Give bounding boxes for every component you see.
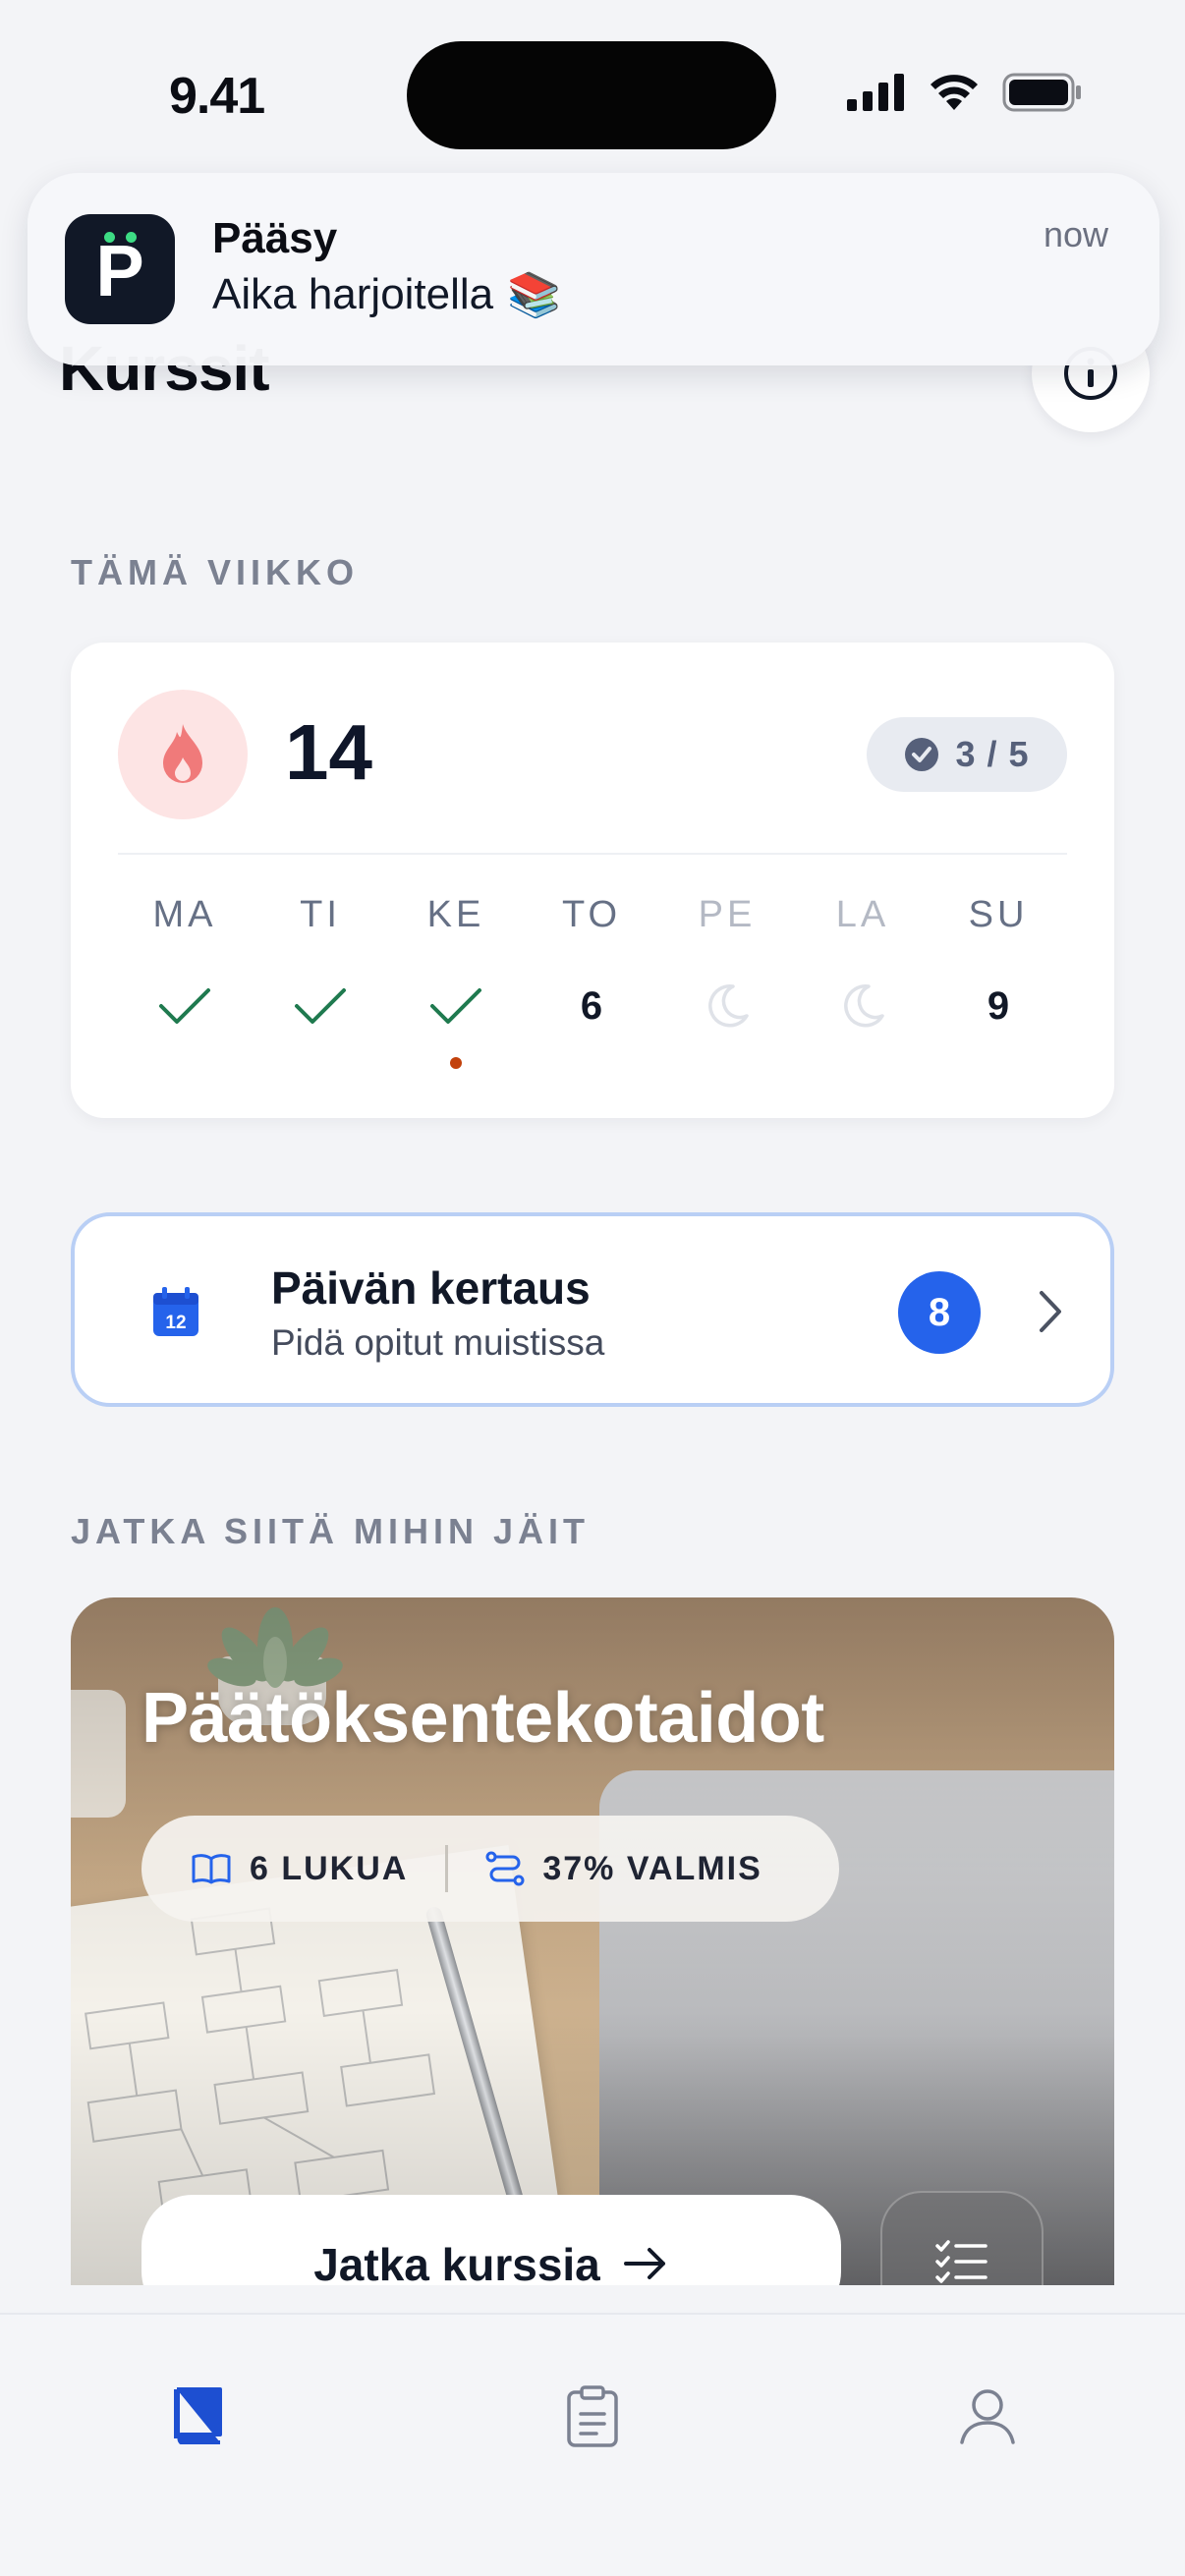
notification-message: Aika harjoitella (212, 270, 494, 318)
divider (118, 853, 1067, 855)
check-icon (159, 988, 210, 1024)
notification-app-name: Pääsy (212, 214, 338, 262)
book-icon (174, 2387, 222, 2444)
course-contents-button[interactable] (880, 2191, 1044, 2285)
weekly-goal-text: 3 / 5 (955, 734, 1030, 774)
status-time: 9.41 (169, 68, 265, 125)
course-chapters: 6 LUKUA (250, 1849, 409, 1887)
tab-courses[interactable] (153, 2372, 242, 2460)
tab-bar (0, 2313, 1185, 2576)
dynamic-island (407, 41, 776, 149)
day-rest-mark (668, 977, 786, 1036)
wifi-icon (931, 75, 978, 110)
day-label-su: SU (968, 894, 1029, 935)
weekly-goal-pill: 3 / 5 (867, 717, 1067, 792)
check-icon (295, 988, 346, 1024)
day-label-ti: TI (300, 894, 341, 935)
tab-assignments[interactable] (548, 2372, 637, 2460)
day-done-mark (397, 977, 515, 1036)
notification-banner[interactable]: P Pääsy Aika harjoitella 📚 now (28, 173, 1159, 365)
daily-review-card[interactable]: 12 Päivän kertaus Pidä opitut muistissa … (71, 1212, 1114, 1407)
day-label-to: TO (561, 894, 622, 935)
check-icon (430, 988, 481, 1024)
day-label-pe: PE (698, 894, 757, 935)
cellular-signal-icon (847, 74, 904, 111)
day-rest-mark (804, 977, 922, 1036)
route-icon (485, 1851, 525, 1886)
review-subtitle: Pidä opitut muistissa (271, 1322, 605, 1363)
streak-count: 14 (285, 708, 372, 796)
day-done-mark (261, 977, 379, 1036)
notification-body: Aika harjoitella 📚 (212, 269, 561, 320)
moon-icon (844, 984, 884, 1028)
notification-time: now (1043, 214, 1108, 254)
clipboard-icon (567, 2385, 618, 2447)
check-circle-icon (905, 738, 939, 771)
streak-badge (118, 690, 248, 819)
flame-icon (163, 724, 202, 783)
app-icon: P (65, 214, 175, 324)
review-title: Päivän kertaus (271, 1262, 591, 1314)
status-icons (847, 73, 1083, 112)
today-indicator (450, 1057, 462, 1069)
meta-separator (445, 1845, 449, 1892)
battery-icon (1002, 73, 1081, 112)
section-label-week: TÄMÄ VIIKKO (71, 552, 359, 592)
tab-profile[interactable] (943, 2372, 1032, 2460)
continue-course-label: Jatka kurssia (313, 2239, 600, 2285)
course-progress: 37% VALMIS (542, 1849, 762, 1887)
books-emoji: 📚 (507, 271, 561, 319)
continue-course-button[interactable]: Jatka kurssia (141, 2195, 841, 2285)
day-done-mark (126, 977, 244, 1036)
calendar-day-number: 12 (165, 1313, 186, 1333)
calendar-icon: 12 (151, 1285, 200, 1343)
chevron-right-icon (1036, 1289, 1063, 1339)
course-card[interactable]: Päätöksentekotaidot 6 LUKUA 37% VALMIS J… (71, 1597, 1114, 2285)
day-label-ke: KE (426, 894, 485, 935)
moon-icon (708, 984, 749, 1028)
course-meta-pill: 6 LUKUA 37% VALMIS (141, 1816, 839, 1922)
arrow-right-icon (623, 2248, 665, 2279)
day-value-to: 6 (580, 983, 603, 1028)
checklist-icon (935, 2240, 988, 2283)
section-label-continue: JATKA SIITÄ MIHIN JÄIT (71, 1511, 591, 1551)
profile-icon (960, 2389, 1015, 2444)
review-count-badge: 8 (898, 1271, 981, 1354)
app-icon-letter: P (95, 230, 144, 311)
screen: 9.41 Kurssit P Pääsy Aika harjoitella 📚 … (0, 0, 1185, 2576)
day-value-su: 9 (987, 983, 1010, 1028)
day-label-ma: MA (152, 894, 217, 935)
course-title: Päätöksentekotaidot (141, 1679, 824, 1758)
week-card: 14 3 / 5 MA TI KE TO PE LA SU 6 9 (71, 643, 1114, 1118)
open-book-icon (192, 1854, 231, 1884)
day-label-la: LA (835, 894, 890, 935)
